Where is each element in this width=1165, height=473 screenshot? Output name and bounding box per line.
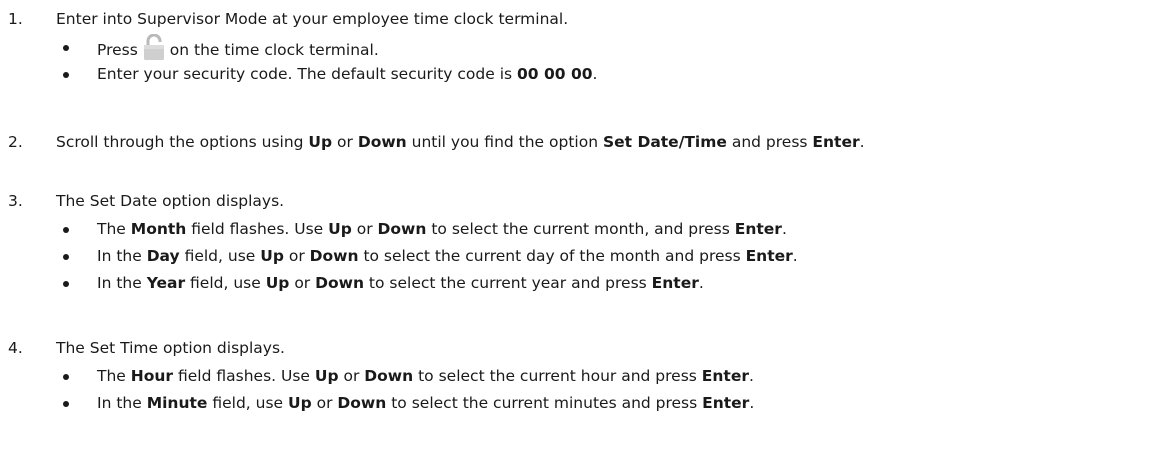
bullet-icon [63,72,69,78]
bullet-icon [63,254,69,260]
step-text: Scroll through the options using Up or D… [56,133,865,151]
bullet-icon [63,281,69,287]
step-text: The Set Date option displays. [56,192,285,210]
step-number: 1. [8,10,23,28]
list-item: The Hour field flashes. Use Up or Down t… [0,363,1165,390]
step-1: 1. Enter into Supervisor Mode at your em… [0,4,1165,88]
step-4: 4. The Set Time option displays. The Hou… [0,333,1165,417]
list-item: In the Year field, use Up or Down to sel… [0,270,1165,297]
step-3: 3. The Set Date option displays. The Mon… [0,186,1165,297]
instructions-document: 1. Enter into Supervisor Mode at your em… [0,0,1165,473]
list-item: Press on the time clock terminal. [0,34,1165,61]
step-text: Enter into Supervisor Mode at your emplo… [56,10,569,28]
step-number: 2. [8,133,23,151]
step-2: 2. Scroll through the options using Up o… [0,127,1165,157]
step-number: 3. [8,192,23,210]
unlock-icon [142,34,166,61]
bullet-icon [63,374,69,380]
bullet-icon [63,401,69,407]
step-text: The Set Time option displays. [56,339,285,357]
bullet-icon [63,45,69,51]
list-item: Enter your security code. The default se… [0,61,1165,88]
list-item: The Month field flashes. Use Up or Down … [0,216,1165,243]
list-item: In the Minute field, use Up or Down to s… [0,390,1165,417]
bullet-icon [63,227,69,233]
list-item: In the Day field, use Up or Down to sele… [0,243,1165,270]
step-number: 4. [8,339,23,357]
